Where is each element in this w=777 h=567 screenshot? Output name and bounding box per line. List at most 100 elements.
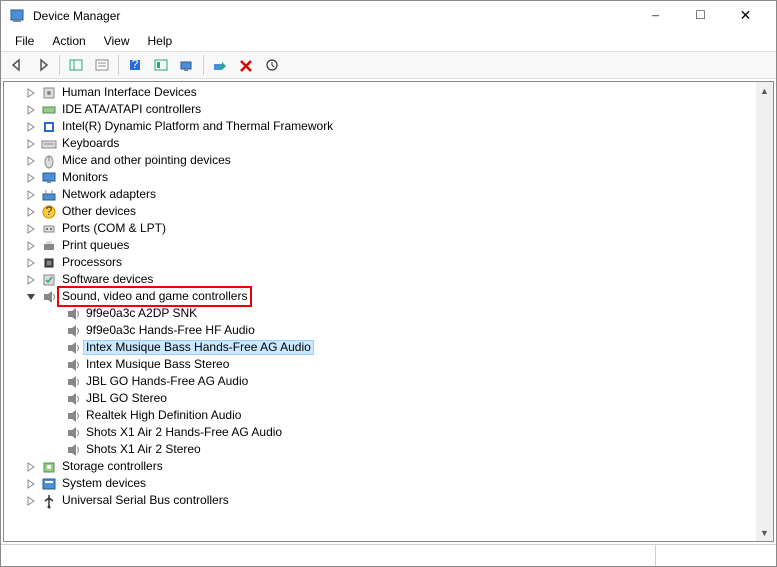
minimize-button[interactable]: –	[633, 1, 678, 31]
device-tree-container: Human Interface DevicesIDE ATA/ATAPI con…	[3, 81, 774, 542]
device-category[interactable]: Mice and other pointing devices	[4, 152, 773, 169]
expand-icon[interactable]	[26, 156, 40, 166]
expand-icon[interactable]	[26, 462, 40, 472]
tree-item-label: IDE ATA/ATAPI controllers	[59, 101, 204, 118]
device-item[interactable]: JBL GO Hands-Free AG Audio	[4, 373, 773, 390]
device-category[interactable]: Processors	[4, 254, 773, 271]
tree-item-label: 9f9e0a3c Hands-Free HF Audio	[83, 322, 258, 339]
show-hide-console-tree-button[interactable]	[64, 53, 88, 77]
tree-item-label: Monitors	[59, 169, 111, 186]
device-tree[interactable]: Human Interface DevicesIDE ATA/ATAPI con…	[4, 82, 773, 511]
toolbar-separator	[203, 55, 204, 75]
device-category[interactable]: Monitors	[4, 169, 773, 186]
tree-item-label: Sound, video and game controllers	[59, 288, 250, 305]
properties-button[interactable]	[90, 53, 114, 77]
enable-device-button[interactable]	[208, 53, 232, 77]
sound-icon	[65, 391, 81, 407]
menu-view[interactable]: View	[96, 32, 138, 50]
scan-hardware-button[interactable]	[175, 53, 199, 77]
expand-icon[interactable]	[26, 190, 40, 200]
device-category[interactable]: Network adapters	[4, 186, 773, 203]
cpu-icon	[41, 255, 57, 271]
system-icon	[41, 476, 57, 492]
expand-icon[interactable]	[26, 207, 40, 217]
title-bar: Device Manager – □ ✕	[1, 1, 776, 31]
device-item[interactable]: Realtek High Definition Audio	[4, 407, 773, 424]
close-button[interactable]: ✕	[723, 1, 768, 31]
expand-icon[interactable]	[26, 275, 40, 285]
sound-icon	[65, 357, 81, 373]
device-item[interactable]: 9f9e0a3c A2DP SNK	[4, 305, 773, 322]
expand-icon[interactable]	[26, 173, 40, 183]
tree-item-label: Processors	[59, 254, 125, 271]
expand-icon[interactable]	[26, 479, 40, 489]
device-category[interactable]: System devices	[4, 475, 773, 492]
device-category[interactable]: Human Interface Devices	[4, 84, 773, 101]
tree-item-label: Human Interface Devices	[59, 84, 200, 101]
tree-item-label: Universal Serial Bus controllers	[59, 492, 232, 509]
forward-button[interactable]	[31, 53, 55, 77]
menu-help[interactable]: Help	[140, 32, 181, 50]
menu-action[interactable]: Action	[44, 32, 93, 50]
expand-icon[interactable]	[26, 258, 40, 268]
scroll-down-icon[interactable]: ▼	[756, 524, 773, 541]
port-icon	[41, 221, 57, 237]
tree-item-label: Intex Musique Bass Hands-Free AG Audio	[83, 340, 314, 355]
device-category[interactable]: Storage controllers	[4, 458, 773, 475]
mouse-icon	[41, 153, 57, 169]
intel-icon	[41, 119, 57, 135]
tree-item-label: Realtek High Definition Audio	[83, 407, 244, 424]
action-button[interactable]	[149, 53, 173, 77]
expand-icon[interactable]	[26, 241, 40, 251]
device-category[interactable]: Intel(R) Dynamic Platform and Thermal Fr…	[4, 118, 773, 135]
device-category[interactable]: Keyboards	[4, 135, 773, 152]
uninstall-device-button[interactable]	[234, 53, 258, 77]
device-category[interactable]: IDE ATA/ATAPI controllers	[4, 101, 773, 118]
device-item[interactable]: JBL GO Stereo	[4, 390, 773, 407]
app-icon	[9, 8, 25, 24]
vertical-scrollbar[interactable]: ▲ ▼	[756, 82, 773, 541]
back-button[interactable]	[5, 53, 29, 77]
device-item[interactable]: Shots X1 Air 2 Hands-Free AG Audio	[4, 424, 773, 441]
scroll-up-icon[interactable]: ▲	[756, 82, 773, 99]
monitor-icon	[41, 170, 57, 186]
device-item[interactable]: Intex Musique Bass Hands-Free AG Audio	[4, 339, 773, 356]
svg-text:?: ?	[46, 204, 53, 218]
other-icon: ?	[41, 204, 57, 220]
sound-icon	[65, 425, 81, 441]
usb-icon	[41, 493, 57, 509]
device-item[interactable]: Intex Musique Bass Stereo	[4, 356, 773, 373]
update-driver-button[interactable]	[260, 53, 284, 77]
network-icon	[41, 187, 57, 203]
printer-icon	[41, 238, 57, 254]
device-item[interactable]: Shots X1 Air 2 Stereo	[4, 441, 773, 458]
tree-item-label: Intex Musique Bass Stereo	[83, 356, 232, 373]
toolbar-separator	[118, 55, 119, 75]
device-category[interactable]: Software devices	[4, 271, 773, 288]
expand-icon[interactable]	[26, 496, 40, 506]
expand-icon[interactable]	[26, 224, 40, 234]
device-item[interactable]: 9f9e0a3c Hands-Free HF Audio	[4, 322, 773, 339]
sound-icon	[41, 289, 57, 305]
device-category[interactable]: Sound, video and game controllers	[4, 288, 773, 305]
tree-item-label: Shots X1 Air 2 Stereo	[83, 441, 204, 458]
sound-icon	[65, 340, 81, 356]
tree-item-label: System devices	[59, 475, 149, 492]
expand-icon[interactable]	[26, 105, 40, 115]
expand-icon[interactable]	[26, 88, 40, 98]
collapse-icon[interactable]	[26, 292, 40, 302]
device-category[interactable]: Ports (COM & LPT)	[4, 220, 773, 237]
device-category[interactable]: ?Other devices	[4, 203, 773, 220]
help-button[interactable]: ?	[123, 53, 147, 77]
toolbar: ?	[1, 51, 776, 79]
expand-icon[interactable]	[26, 139, 40, 149]
sound-icon	[65, 374, 81, 390]
expand-icon[interactable]	[26, 122, 40, 132]
sound-icon	[65, 408, 81, 424]
tree-item-label: Shots X1 Air 2 Hands-Free AG Audio	[83, 424, 285, 441]
window-title: Device Manager	[29, 9, 633, 23]
device-category[interactable]: Universal Serial Bus controllers	[4, 492, 773, 509]
maximize-button[interactable]: □	[678, 1, 723, 31]
menu-file[interactable]: File	[7, 32, 42, 50]
device-category[interactable]: Print queues	[4, 237, 773, 254]
